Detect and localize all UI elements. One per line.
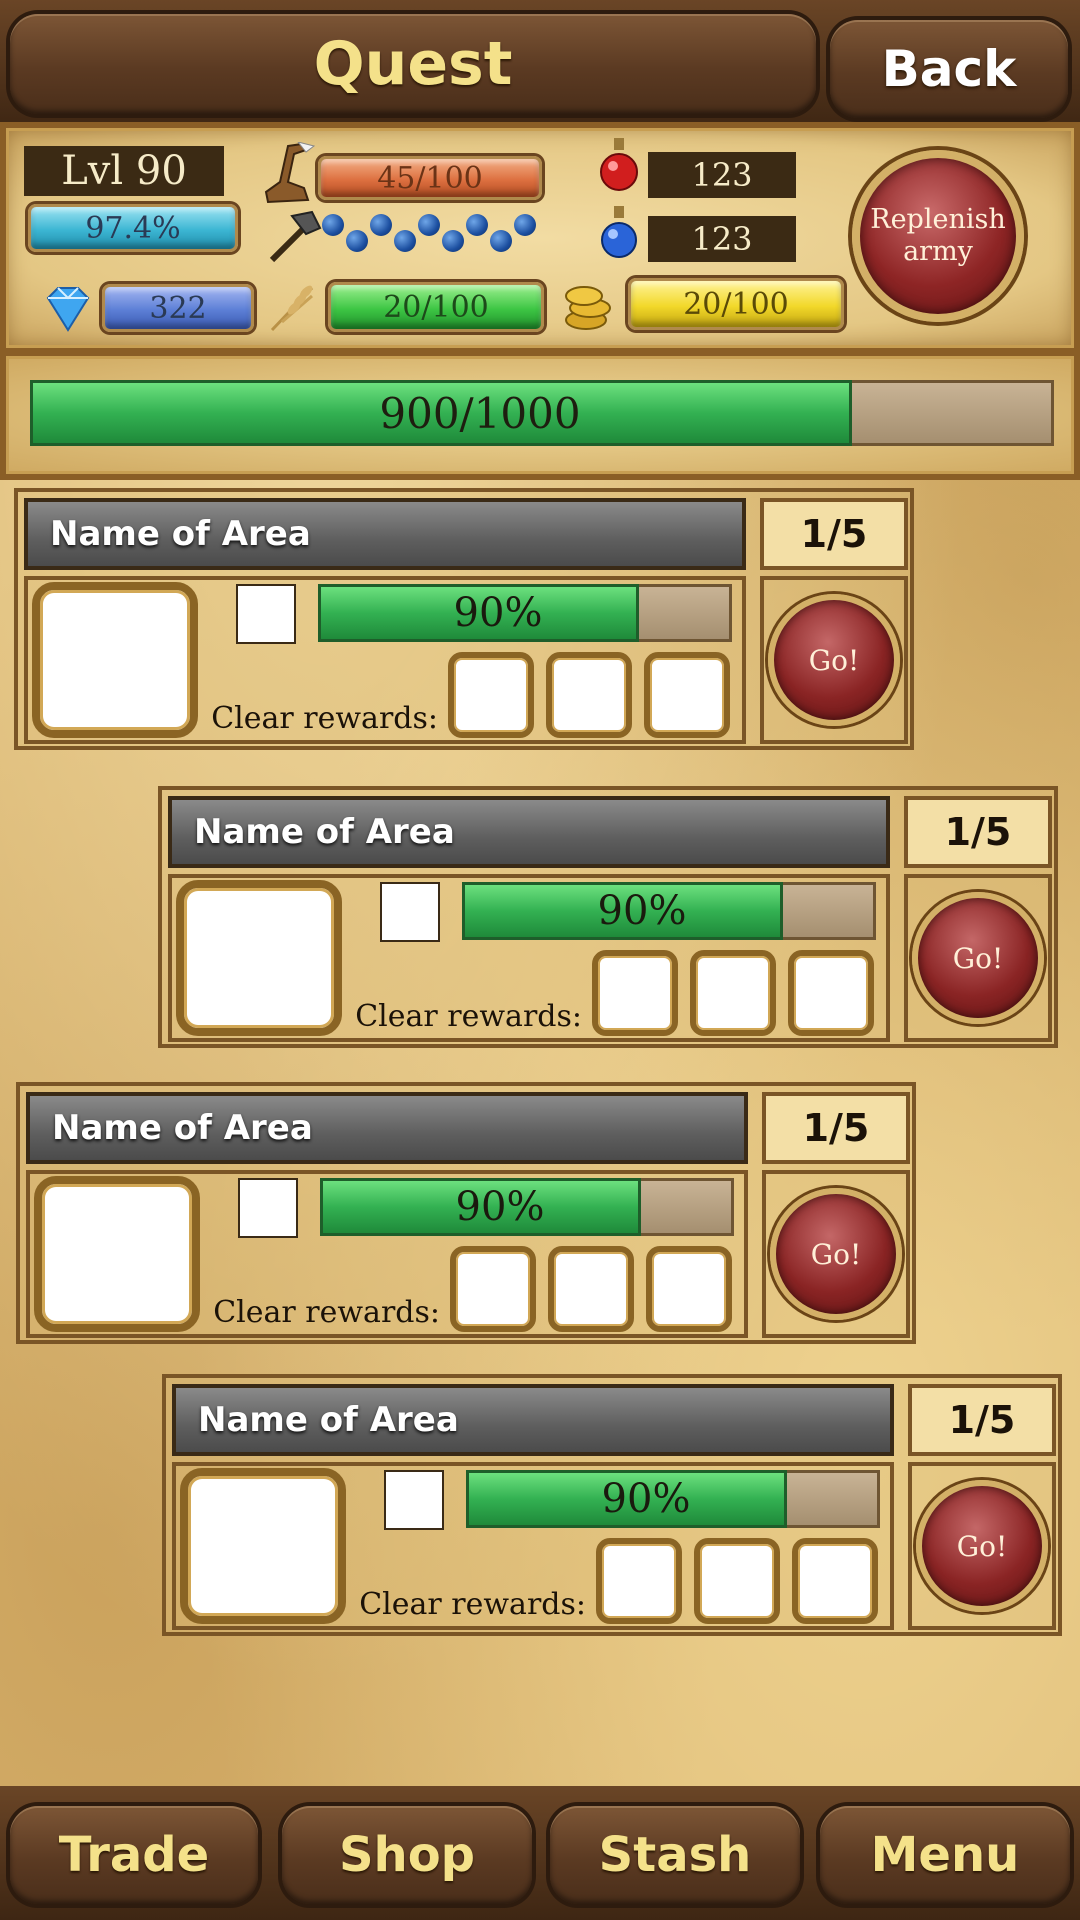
go-label: Go! [952, 941, 1004, 975]
quest-progress-label: 90% [453, 590, 543, 636]
quest-progress-label: 90% [597, 888, 687, 934]
clear-rewards-label: Clear rewards: [359, 1586, 586, 1622]
experience-percent: 97.4% [28, 204, 238, 252]
quest-body: 90% Clear rewards: [24, 576, 746, 744]
reward-slot[interactable] [694, 1538, 780, 1624]
quest-progress-label: 90% [601, 1476, 691, 1522]
go-button-frame: Go! [762, 1170, 910, 1338]
reward-slot[interactable] [548, 1246, 634, 1332]
xp-bar-label: 900/1000 [379, 388, 581, 438]
area-name: Name of Area [24, 498, 746, 570]
army-unit-dot [346, 230, 368, 252]
diamond-icon [46, 287, 90, 332]
go-button[interactable]: Go! [916, 1480, 1048, 1612]
stash-button[interactable]: Stash [550, 1806, 800, 1904]
army-unit-dot [322, 214, 344, 236]
wheat-icon [270, 285, 314, 332]
go-label: Go! [810, 1237, 862, 1271]
go-label: Go! [808, 643, 860, 677]
reward-slot[interactable] [644, 652, 730, 738]
quest-card: Name of Area 1/5 90% Clear rewards: Go! [162, 1374, 1062, 1636]
reward-slot[interactable] [690, 950, 776, 1036]
stamina-bar: 45/100 [318, 156, 542, 200]
quest-checkbox[interactable] [238, 1178, 298, 1238]
quest-body: 90% Clear rewards: [168, 874, 890, 1042]
go-button-frame: Go! [908, 1462, 1056, 1630]
reward-slot[interactable] [788, 950, 874, 1036]
gems-count: 322 [102, 284, 254, 332]
replenish-army-button[interactable]: Replenish army [852, 150, 1024, 322]
blue-potion-icon [601, 206, 637, 258]
army-unit-dot [370, 214, 392, 236]
axe-icon [269, 210, 322, 263]
quest-card: Name of Area 1/5 90% Clear rewards: Go! [14, 488, 914, 750]
back-button[interactable]: Back [830, 20, 1068, 118]
quest-card: Name of Area 1/5 90% Clear rewards: Go! [158, 786, 1058, 1048]
area-name: Name of Area [172, 1384, 894, 1456]
go-button[interactable]: Go! [912, 892, 1044, 1024]
reward-slot[interactable] [546, 652, 632, 738]
red-potion-icon [600, 138, 638, 191]
trade-button[interactable]: Trade [10, 1806, 258, 1904]
quest-count: 1/5 [760, 498, 908, 570]
reward-slot[interactable] [596, 1538, 682, 1624]
area-image [180, 1468, 346, 1624]
quest-body: 90% Clear rewards: [26, 1170, 748, 1338]
level-label: Lvl 90 [24, 146, 224, 196]
shop-button[interactable]: Shop [282, 1806, 532, 1904]
food-bar: 20/100 [328, 282, 544, 332]
area-image [32, 582, 198, 738]
quest-checkbox[interactable] [384, 1470, 444, 1530]
quest-count: 1/5 [908, 1384, 1056, 1456]
boot-icon [264, 142, 316, 204]
replenish-army-label: Replenish army [870, 203, 1006, 267]
quest-checkbox[interactable] [380, 882, 440, 942]
red-potion-count: 123 [648, 152, 796, 198]
area-name: Name of Area [26, 1092, 748, 1164]
page-title: Quest [10, 14, 816, 114]
reward-slot[interactable] [450, 1246, 536, 1332]
quest-count: 1/5 [762, 1092, 910, 1164]
go-button[interactable]: Go! [770, 1188, 902, 1320]
quest-checkbox[interactable] [236, 584, 296, 644]
quest-count: 1/5 [904, 796, 1052, 868]
go-button[interactable]: Go! [768, 594, 900, 726]
army-unit-dot [442, 230, 464, 252]
army-unit-dot [394, 230, 416, 252]
area-image [34, 1176, 200, 1332]
army-unit-dot [514, 214, 536, 236]
clear-rewards-label: Clear rewards: [213, 1294, 440, 1330]
area-name: Name of Area [168, 796, 890, 868]
quest-progress-label: 90% [455, 1184, 545, 1230]
reward-slot[interactable] [792, 1538, 878, 1624]
army-unit-dot [490, 230, 512, 252]
quest-body: 90% Clear rewards: [172, 1462, 894, 1630]
quest-card: Name of Area 1/5 90% Clear rewards: Go! [16, 1082, 916, 1344]
area-image [176, 880, 342, 1036]
army-unit-dot [418, 214, 440, 236]
menu-button[interactable]: Menu [820, 1806, 1070, 1904]
go-button-frame: Go! [760, 576, 908, 744]
clear-rewards-label: Clear rewards: [211, 700, 438, 736]
army-unit-dot [466, 214, 488, 236]
clear-rewards-label: Clear rewards: [355, 998, 582, 1034]
go-label: Go! [956, 1529, 1008, 1563]
reward-slot[interactable] [592, 950, 678, 1036]
reward-slot[interactable] [646, 1246, 732, 1332]
coins-icon [565, 286, 611, 330]
gold-bar: 20/100 [628, 278, 844, 330]
blue-potion-count: 123 [648, 216, 796, 262]
reward-slot[interactable] [448, 652, 534, 738]
go-button-frame: Go! [904, 874, 1052, 1042]
